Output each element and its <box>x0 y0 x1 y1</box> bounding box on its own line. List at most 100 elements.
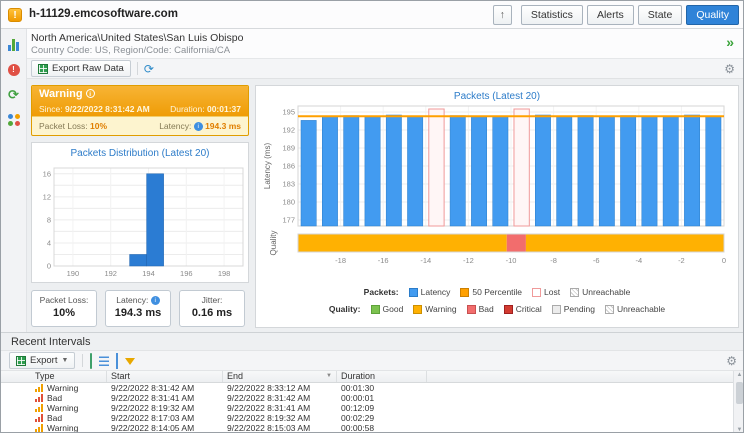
location-path: North America\United States\San Luis Obi… <box>31 32 243 44</box>
interval-type-icon <box>35 404 43 412</box>
scrollbar-thumb[interactable] <box>736 382 743 404</box>
legend-item-50-percentile: 50 Percentile <box>460 287 522 297</box>
table-row[interactable]: Warning9/22/2022 8:19:32 AM9/22/2022 8:3… <box>1 403 733 413</box>
intervals-toolbar: Export ▼ ⚙ <box>1 350 744 371</box>
latency-bar <box>706 116 721 226</box>
column-header-end[interactable]: End▼ <box>223 371 337 382</box>
interval-duration: 00:12:09 <box>337 403 427 413</box>
columns-icon[interactable] <box>116 354 118 368</box>
interval-type-label: Warning <box>47 383 78 393</box>
since-duration-line: Since: 9/22/2022 8:31:42 AM Duration: 00… <box>39 104 241 114</box>
latency-bar <box>365 117 380 226</box>
state-label: Warning i <box>39 88 95 100</box>
svg-text:186: 186 <box>282 162 295 171</box>
comment-icon[interactable] <box>90 354 92 368</box>
latency-value: 194.3 ms <box>205 121 241 131</box>
settings-gear-icon[interactable]: ⚙ <box>724 62 735 76</box>
history-refresh-icon[interactable]: ⟳ <box>144 62 154 76</box>
legend-item-pending: Pending <box>552 304 595 314</box>
tab-statistics[interactable]: Statistics <box>521 5 583 25</box>
interval-duration: 00:00:01 <box>337 393 427 403</box>
tab-alerts[interactable]: Alerts <box>587 5 634 25</box>
legend-label: Packets: <box>364 287 399 297</box>
state-panel-metrics: Packet Loss: 10% Latency: i 194.3 ms <box>32 116 248 135</box>
column-header-type[interactable]: Type <box>31 371 107 382</box>
latency-bar <box>301 120 316 226</box>
sort-desc-icon: ▼ <box>326 371 332 382</box>
vertical-scrollbar[interactable]: ▲ ▼ <box>733 371 744 433</box>
scroll-up-icon[interactable]: ▲ <box>734 372 744 378</box>
location-details: Country Code: US, Region/Code: Californi… <box>31 45 230 56</box>
list-view-icon[interactable] <box>99 356 109 366</box>
filter-icon[interactable] <box>125 354 135 368</box>
export-raw-data-button[interactable]: Export Raw Data <box>31 60 131 77</box>
table-row[interactable]: Bad9/22/2022 8:17:03 AM9/22/2022 8:19:32… <box>1 413 733 423</box>
legend-swatch-icon <box>570 288 579 297</box>
scroll-down-icon[interactable]: ▼ <box>734 427 744 433</box>
interval-end: 9/22/2022 8:33:12 AM <box>223 383 337 393</box>
spreadsheet-icon <box>16 356 26 366</box>
interval-start: 9/22/2022 8:17:03 AM <box>107 413 223 423</box>
tab-state[interactable]: State <box>638 5 683 25</box>
latency-bar <box>386 115 401 226</box>
svg-text:192: 192 <box>282 126 295 135</box>
interval-type-label: Bad <box>47 393 62 403</box>
tab-quality[interactable]: Quality <box>686 5 739 25</box>
duration-value: 00:01:37 <box>207 104 241 114</box>
export-button[interactable]: Export ▼ <box>9 352 75 369</box>
svg-text:-2: -2 <box>678 256 685 265</box>
auto-refresh-icon[interactable]: ⟳ <box>5 86 23 104</box>
quality-legend: Quality:GoodWarningBadCriticalPendingUnr… <box>256 304 738 314</box>
svg-text:194: 194 <box>142 269 155 278</box>
column-header-spacer <box>1 371 31 382</box>
legend-item-critical: Critical <box>504 304 542 314</box>
interval-type-icon <box>35 394 43 402</box>
column-header-duration[interactable]: Duration <box>337 371 427 382</box>
alerts-icon[interactable]: ! <box>5 61 23 79</box>
svg-text:177: 177 <box>282 216 295 225</box>
latency-bar <box>322 116 337 226</box>
interval-end: 9/22/2022 8:31:42 AM <box>223 393 337 403</box>
latency-bar <box>599 117 614 226</box>
legend-item-bad: Bad <box>467 304 494 314</box>
interval-start: 9/22/2022 8:31:41 AM <box>107 393 223 403</box>
double-arrow-icon[interactable]: » <box>726 34 734 50</box>
interval-type-label: Warning <box>47 403 78 413</box>
interval-type-cell: Warning <box>31 383 107 393</box>
legend-item-warning: Warning <box>413 304 456 314</box>
histogram-bar <box>130 254 147 266</box>
svg-text:192: 192 <box>104 269 117 278</box>
quality-segment-warning <box>298 234 507 252</box>
app-window: ! h-11129.emcosoftware.com ↑ Statistics … <box>0 0 744 433</box>
section-title: Recent Intervals <box>11 336 90 348</box>
legend-swatch-icon <box>605 305 614 314</box>
svg-text:4: 4 <box>47 238 51 247</box>
packet-loss-value: 10% <box>90 121 107 131</box>
bar-chart-icon[interactable] <box>5 36 23 54</box>
latency-bar <box>407 116 422 226</box>
scatter-icon[interactable] <box>5 111 23 129</box>
collapse-up-button[interactable]: ↑ <box>493 5 512 25</box>
table-row[interactable]: Warning9/22/2022 8:14:05 AM9/22/2022 8:1… <box>1 423 733 433</box>
legend-swatch-icon <box>413 305 422 314</box>
interval-type-label: Bad <box>47 413 62 423</box>
legend-item-unreachable: Unreachable <box>570 287 630 297</box>
info-icon: i <box>86 89 95 98</box>
recent-intervals-section: Recent Intervals Export ▼ ⚙ Type Start E… <box>1 332 744 433</box>
grid-settings-gear-icon[interactable]: ⚙ <box>726 354 737 368</box>
svg-text:196: 196 <box>180 269 193 278</box>
legend-swatch-icon <box>460 288 469 297</box>
interval-type-icon <box>35 424 43 432</box>
interval-type-cell: Bad <box>31 413 107 423</box>
since-value: 9/22/2022 8:31:42 AM <box>65 104 150 114</box>
column-header-start[interactable]: Start <box>107 371 223 382</box>
table-row[interactable]: Bad 9/22/2022 8:31:41 AM9/22/2022 8:31:42… <box>1 393 733 403</box>
table-body: Warning 9/22/2022 8:31:42 AM9/22/2022 8:3… <box>1 383 733 433</box>
svg-text:16: 16 <box>43 169 51 178</box>
host-title: h-11129.emcosoftware.com <box>29 8 178 20</box>
svg-text:12: 12 <box>43 192 51 201</box>
table-row[interactable]: Warning9/22/2022 8:31:42 AM9/22/2022 8:3… <box>1 383 733 393</box>
interval-end: 9/22/2022 8:15:03 AM <box>223 423 337 433</box>
legend-swatch-icon <box>371 305 380 314</box>
svg-text:-8: -8 <box>550 256 557 265</box>
